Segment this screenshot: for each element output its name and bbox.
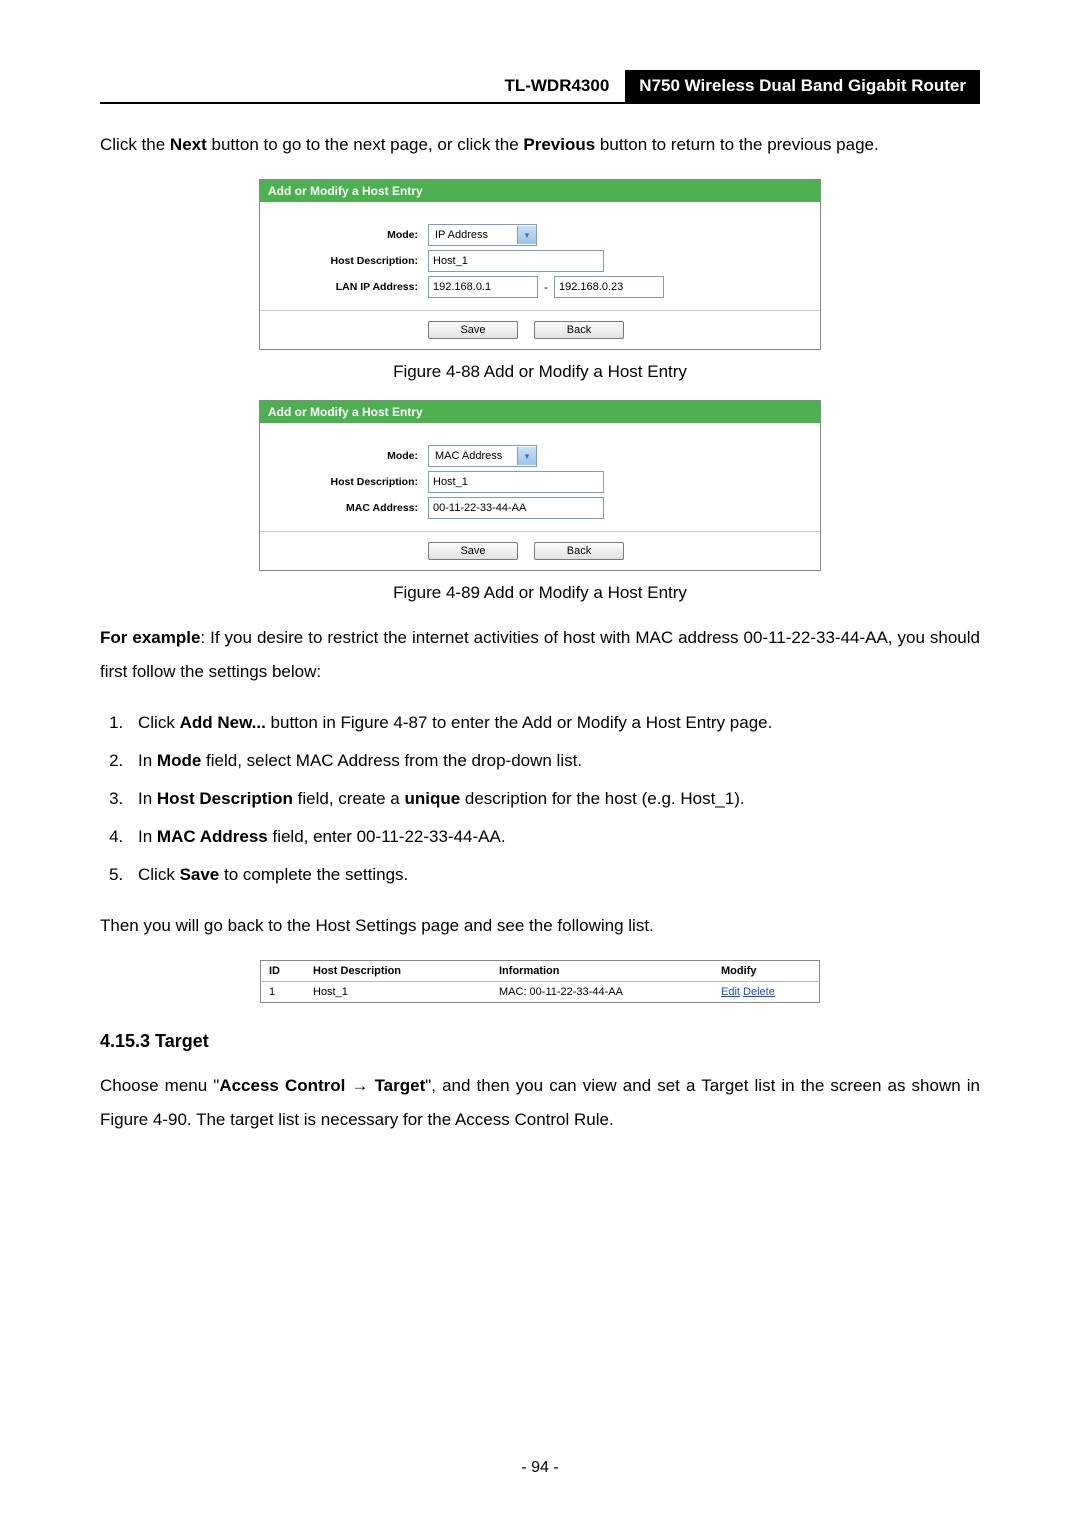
mode-select[interactable]: MAC Address ▾ — [428, 445, 537, 467]
list-item: In MAC Address field, enter 00-11-22-33-… — [128, 820, 980, 854]
chevron-down-icon: ▾ — [517, 226, 536, 244]
ip-range-dash: - — [538, 280, 554, 294]
mode-select[interactable]: IP Address ▾ — [428, 224, 537, 246]
steps-list: Click Add New... button in Figure 4-87 t… — [100, 706, 980, 892]
header-model: TL-WDR4300 — [504, 70, 613, 102]
col-id: ID — [261, 961, 306, 982]
list-item: In Mode field, select MAC Address from t… — [128, 744, 980, 778]
intro-paragraph: Click the Next button to go to the next … — [100, 128, 980, 162]
header-title: N750 Wireless Dual Band Gigabit Router — [625, 70, 980, 102]
arrow-right-icon: → — [345, 1076, 374, 1095]
delete-link[interactable]: Delete — [743, 986, 775, 998]
host-description-input[interactable] — [428, 471, 604, 493]
figure-title: Add or Modify a Host Entry — [260, 401, 820, 423]
back-button[interactable]: Back — [534, 321, 624, 339]
ip-to-input[interactable] — [554, 276, 664, 298]
host-description-label: Host Description: — [260, 255, 428, 267]
mac-address-input[interactable] — [428, 497, 604, 519]
section-heading: 4.15.3 Target — [100, 1031, 980, 1052]
col-info: Information — [491, 961, 713, 982]
example-paragraph: For example: If you desire to restrict t… — [100, 621, 980, 689]
figure-host-entry-mac: Add or Modify a Host Entry Mode: MAC Add… — [259, 400, 821, 571]
ip-from-input[interactable] — [428, 276, 538, 298]
figure-caption: Figure 4-89 Add or Modify a Host Entry — [100, 583, 980, 603]
chevron-down-icon: ▾ — [517, 447, 536, 465]
figure-caption: Figure 4-88 Add or Modify a Host Entry — [100, 362, 980, 382]
list-item: Click Add New... button in Figure 4-87 t… — [128, 706, 980, 740]
page-header: TL-WDR4300 N750 Wireless Dual Band Gigab… — [100, 70, 980, 104]
mac-address-label: MAC Address: — [260, 502, 428, 514]
mode-label: Mode: — [260, 450, 428, 462]
list-item: Click Save to complete the settings. — [128, 858, 980, 892]
host-description-label: Host Description: — [260, 476, 428, 488]
col-hostdesc: Host Description — [305, 961, 491, 982]
save-button[interactable]: Save — [428, 321, 518, 339]
lan-ip-label: LAN IP Address: — [260, 281, 428, 293]
col-modify: Modify — [713, 961, 820, 982]
list-item: In Host Description field, create a uniq… — [128, 782, 980, 816]
edit-link[interactable]: Edit — [721, 986, 740, 998]
figure-host-entry-ip: Add or Modify a Host Entry Mode: IP Addr… — [259, 179, 821, 350]
back-button[interactable]: Back — [534, 542, 624, 560]
host-list-table: ID Host Description Information Modify 1… — [260, 960, 820, 1003]
mode-label: Mode: — [260, 229, 428, 241]
then-paragraph: Then you will go back to the Host Settin… — [100, 909, 980, 943]
table-row: 1 Host_1 MAC: 00-11-22-33-44-AA Edit Del… — [261, 982, 820, 1003]
host-description-input[interactable] — [428, 250, 604, 272]
section-paragraph: Choose menu "Access Control → Target", a… — [100, 1069, 980, 1137]
save-button[interactable]: Save — [428, 542, 518, 560]
figure-title: Add or Modify a Host Entry — [260, 180, 820, 202]
page-number: - 94 - — [0, 1459, 1080, 1477]
